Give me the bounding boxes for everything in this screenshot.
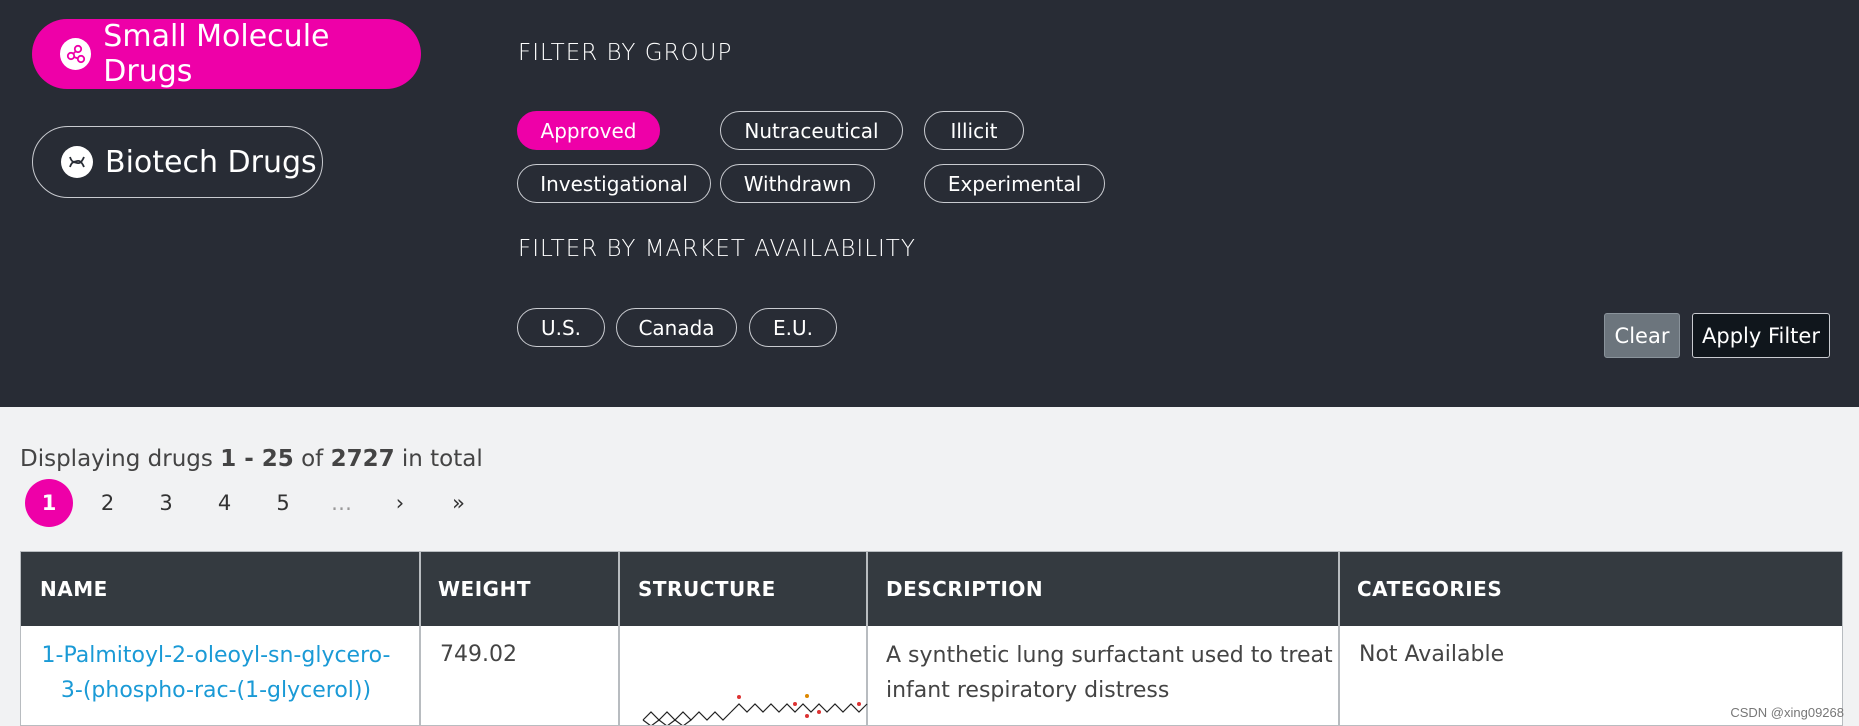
last-page-button[interactable]: » [435, 479, 483, 527]
drug-weight: 749.02 [440, 642, 517, 667]
structure-image [641, 682, 876, 725]
column-header-description: DESCRIPTION [886, 577, 1044, 601]
molecule-icon [60, 38, 92, 70]
drug-name-link[interactable]: 1-Palmitoyl-2-oleoyl-sn-glycero-3-(phosp… [31, 638, 401, 708]
filter-approved[interactable]: Approved [517, 111, 660, 150]
table-header: NAME WEIGHT STRUCTURE DESCRIPTION CATEGO… [21, 552, 1842, 626]
column-header-categories: CATEGORIES [1357, 577, 1503, 601]
clear-button[interactable]: Clear [1604, 313, 1680, 358]
filter-withdrawn[interactable]: Withdrawn [720, 164, 875, 203]
column-header-weight[interactable]: WEIGHT [438, 552, 531, 626]
filter-panel: Small Molecule Drugs Biotech Drugs FILTE… [0, 0, 1859, 407]
drug-categories: Not Available [1359, 642, 1505, 667]
filter-illicit[interactable]: Illicit [924, 111, 1024, 150]
results-range: 1 - 25 [220, 446, 294, 472]
filter-investigational[interactable]: Investigational [517, 164, 711, 203]
column-divider [618, 552, 620, 725]
next-page-button[interactable]: › [376, 479, 424, 527]
filter-market-canada[interactable]: Canada [616, 308, 737, 347]
filter-by-market-title: FILTER BY MARKET AVAILABILITY [518, 236, 916, 262]
results-of: of [301, 446, 324, 472]
column-header-name[interactable]: NAME [40, 552, 108, 626]
pagination: 1 2 3 4 5 … › » [25, 479, 493, 527]
filter-market-us[interactable]: U.S. [517, 308, 605, 347]
small-molecule-drugs-button[interactable]: Small Molecule Drugs [32, 19, 421, 89]
results-total: 2727 [330, 446, 395, 472]
apply-filter-button[interactable]: Apply Filter [1692, 313, 1830, 358]
biotech-drugs-label: Biotech Drugs [105, 144, 317, 180]
results-prefix: Displaying drugs [20, 446, 213, 472]
page-ellipsis: … [331, 491, 352, 515]
filter-by-group-title: FILTER BY GROUP [518, 40, 733, 66]
drugs-table: NAME WEIGHT STRUCTURE DESCRIPTION CATEGO… [20, 551, 1843, 726]
results-summary: Displaying drugs 1 - 25 of 2727 in total [20, 446, 483, 472]
page-3[interactable]: 3 [142, 479, 190, 527]
filter-nutraceutical[interactable]: Nutraceutical [720, 111, 903, 150]
page-2[interactable]: 2 [84, 479, 132, 527]
filter-market-eu[interactable]: E.U. [749, 308, 837, 347]
page-5[interactable]: 5 [259, 479, 307, 527]
drug-description: A synthetic lung surfactant used to trea… [886, 643, 1333, 703]
small-molecule-drugs-label: Small Molecule Drugs [103, 19, 330, 89]
filter-experimental[interactable]: Experimental [924, 164, 1105, 203]
column-header-structure: STRUCTURE [638, 577, 776, 601]
dna-icon [61, 146, 93, 178]
column-divider [419, 552, 421, 725]
watermark: CSDN @xing09268 [1730, 705, 1844, 720]
page-1[interactable]: 1 [25, 479, 73, 527]
page-4[interactable]: 4 [201, 479, 249, 527]
biotech-drugs-button[interactable]: Biotech Drugs [32, 126, 323, 198]
results-suffix: in total [401, 446, 483, 472]
